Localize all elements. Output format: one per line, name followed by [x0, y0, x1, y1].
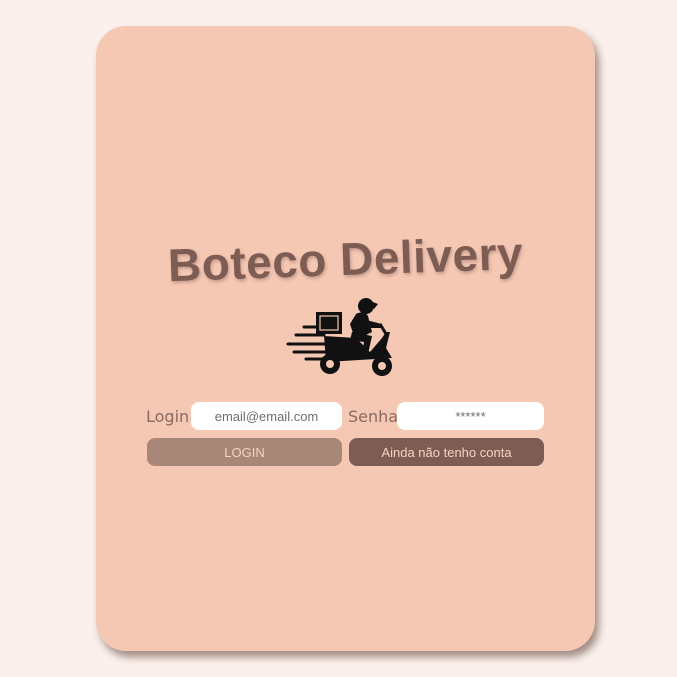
login-label: Login [146, 407, 190, 426]
password-field[interactable] [397, 402, 544, 430]
senha-label: Senha [348, 407, 399, 426]
create-account-button[interactable]: Ainda não tenho conta [349, 438, 544, 466]
delivery-scooter-icon [286, 298, 392, 376]
email-field[interactable] [191, 402, 342, 430]
login-card: Boteco Delivery Login Senha [96, 26, 595, 651]
app-title: Boteco Delivery [167, 226, 524, 292]
login-button[interactable]: LOGIN [147, 438, 342, 466]
